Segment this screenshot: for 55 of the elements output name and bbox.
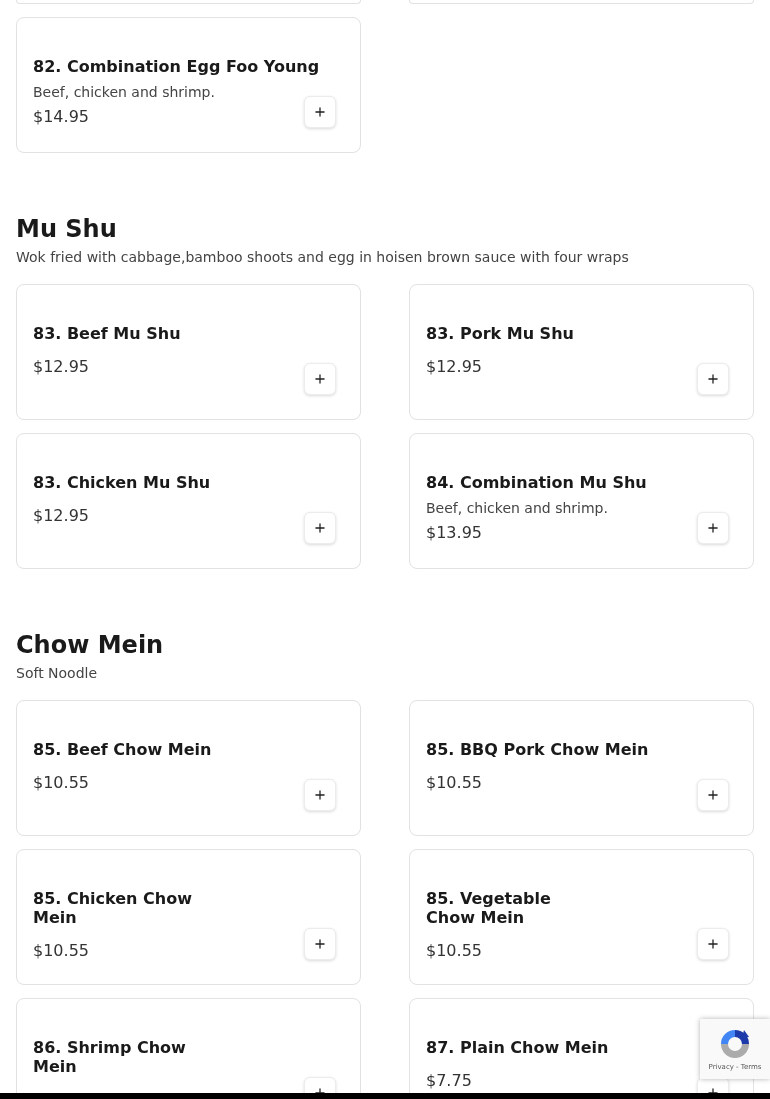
menu-item-card[interactable]: 83. Pork Mu Shu $12.95 bbox=[409, 284, 754, 420]
item-title: 86. Shrimp Chow Mein bbox=[33, 1038, 186, 1076]
menu-item-card[interactable]: 85. Beef Chow Mein $10.55 bbox=[16, 700, 361, 836]
plus-icon bbox=[313, 937, 327, 951]
add-button[interactable] bbox=[697, 512, 729, 544]
item-price: $7.75 bbox=[426, 1071, 472, 1091]
menu-item-card[interactable]: 84. Combination Mu Shu Beef, chicken and shrimp. $13.95 bbox=[409, 433, 754, 569]
menu-item-card[interactable]: 83. Chicken Mu Shu $12.95 bbox=[16, 433, 361, 569]
section-description: Soft Noodle bbox=[16, 664, 99, 683]
add-button[interactable] bbox=[697, 363, 729, 395]
item-title: 84. Combination Mu Shu bbox=[426, 473, 647, 492]
item-price: $12.95 bbox=[33, 506, 89, 526]
item-description: Beef, chicken and shrimp. bbox=[33, 83, 215, 102]
section-heading: Chow Mein bbox=[16, 630, 165, 661]
plus-icon bbox=[706, 521, 720, 535]
item-title: 82. Combination Egg Foo Young bbox=[33, 57, 320, 76]
add-button[interactable] bbox=[304, 363, 336, 395]
menu-item-card[interactable]: 85. Vegetable Chow Mein $10.55 bbox=[409, 849, 754, 985]
item-price: $10.55 bbox=[33, 773, 89, 793]
item-title: 85. BBQ Pork Chow Mein bbox=[426, 740, 649, 759]
plus-icon bbox=[313, 788, 327, 802]
item-title: 87. Plain Chow Mein bbox=[426, 1038, 609, 1057]
menu-item-card[interactable]: 83. Beef Mu Shu $12.95 bbox=[16, 284, 361, 420]
add-button[interactable] bbox=[304, 96, 336, 128]
item-price: $12.95 bbox=[426, 357, 482, 377]
menu-item-card[interactable]: 85. Chicken Chow Mein $10.55 bbox=[16, 849, 361, 985]
plus-icon bbox=[313, 521, 327, 535]
item-price: $12.95 bbox=[33, 357, 89, 377]
item-price: $14.95 bbox=[33, 107, 89, 127]
item-title: 83. Pork Mu Shu bbox=[426, 324, 574, 343]
section-description: Wok fried with cabbage,bamboo shoots and egg in hoisen brown sauce with four wraps bbox=[16, 248, 630, 267]
item-title: 83. Beef Mu Shu bbox=[33, 324, 181, 343]
menu-item-card[interactable]: 85. BBQ Pork Chow Mein $10.55 bbox=[409, 700, 754, 836]
add-button[interactable] bbox=[304, 928, 336, 960]
item-title: 85. Vegetable Chow Mein bbox=[426, 889, 551, 927]
item-price: $10.55 bbox=[33, 941, 89, 961]
item-title: 85. Beef Chow Mein bbox=[33, 740, 212, 759]
plus-icon bbox=[313, 105, 327, 119]
item-title: 83. Chicken Mu Shu bbox=[33, 473, 211, 492]
menu-item-card[interactable]: 86. Shrimp Chow Mein bbox=[16, 998, 361, 1093]
plus-icon bbox=[706, 372, 720, 386]
item-description: Beef, chicken and shrimp. bbox=[426, 499, 608, 518]
plus-icon bbox=[706, 937, 720, 951]
menu-item-card[interactable]: 82. Combination Egg Foo Young Beef, chicken and shrimp. $14.95 bbox=[16, 17, 361, 153]
item-price: $10.55 bbox=[426, 941, 482, 961]
plus-icon bbox=[313, 372, 327, 386]
item-price: $10.55 bbox=[426, 773, 482, 793]
add-button[interactable] bbox=[304, 779, 336, 811]
plus-icon bbox=[706, 788, 720, 802]
add-button[interactable] bbox=[697, 928, 729, 960]
item-price: $13.95 bbox=[426, 523, 482, 543]
add-button[interactable] bbox=[697, 779, 729, 811]
add-button[interactable] bbox=[304, 512, 336, 544]
item-title: 85. Chicken Chow Mein bbox=[33, 889, 192, 927]
section-heading: Mu Shu bbox=[16, 214, 118, 245]
